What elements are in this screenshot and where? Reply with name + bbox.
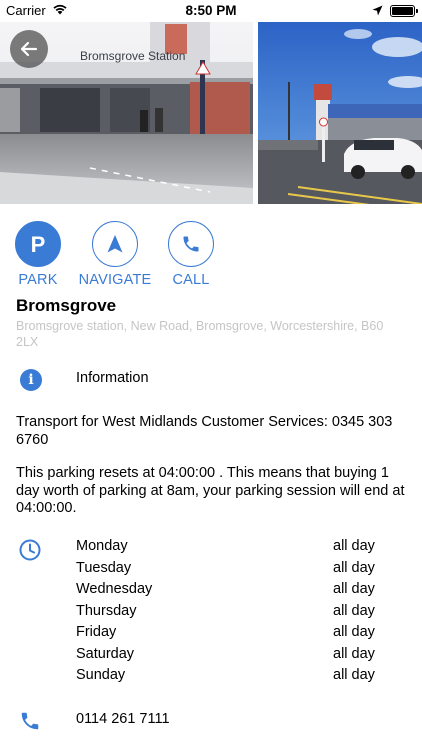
navigate-button[interactable]: NAVIGATE bbox=[74, 221, 156, 288]
location-title: Bromsgrove bbox=[16, 296, 117, 315]
station-sign-text: Bromsgrove Station bbox=[80, 49, 185, 63]
phone-row[interactable]: 0114 261 7111 bbox=[0, 708, 422, 734]
hours-day: Monday bbox=[76, 538, 128, 554]
location-address: Bromsgrove station, New Road, Bromsgrove… bbox=[16, 319, 384, 349]
svg-text:P: P bbox=[31, 232, 46, 256]
hours-day: Saturday bbox=[76, 645, 135, 662]
contact-text: Transport for West Midlands Customer Ser… bbox=[16, 414, 393, 448]
hours-day: Wednesday bbox=[76, 581, 153, 597]
reset-text: This parking resets at 04:00:00 . This m… bbox=[16, 465, 405, 516]
hours-value: all day bbox=[333, 559, 375, 576]
status-time: 8:50 PM bbox=[185, 3, 237, 18]
status-bar: Carrier 8:50 PM bbox=[0, 0, 422, 22]
photo-gallery[interactable]: Bromsgrove Station bbox=[0, 22, 422, 204]
hours-value: all day bbox=[333, 667, 375, 683]
call-button[interactable]: CALL bbox=[151, 221, 231, 288]
hours-row: Friday all day bbox=[0, 624, 422, 645]
phone-icon bbox=[19, 710, 41, 737]
information-label: Information bbox=[76, 370, 149, 386]
location-arrow-icon bbox=[372, 4, 383, 19]
information-row: i Information bbox=[0, 366, 422, 396]
hours-row: Wednesday all day bbox=[0, 581, 422, 602]
back-button[interactable] bbox=[10, 30, 48, 68]
info-icon: i bbox=[20, 369, 42, 391]
phone-icon[interactable] bbox=[168, 221, 214, 267]
parking-icon[interactable]: P bbox=[15, 221, 61, 267]
navigate-arrow-icon[interactable] bbox=[92, 221, 138, 267]
hours-day: Thursday bbox=[76, 602, 137, 619]
hours-row: Sunday all day bbox=[0, 667, 422, 688]
action-bar: P PARK NAVIGATE CALL bbox=[0, 221, 422, 291]
back-arrow-icon bbox=[20, 41, 38, 57]
call-label[interactable]: CALL bbox=[151, 272, 231, 288]
hours-day: Friday bbox=[76, 624, 117, 640]
park-label[interactable]: PARK bbox=[0, 272, 78, 288]
park-button[interactable]: P PARK bbox=[0, 221, 78, 288]
hours-day: Tuesday bbox=[76, 559, 132, 576]
car-park-photo[interactable] bbox=[258, 22, 422, 204]
hours-value: all day bbox=[333, 538, 375, 554]
hours-value: all day bbox=[333, 624, 375, 640]
hours-value: all day bbox=[333, 581, 375, 597]
hours-row: Tuesday all day bbox=[0, 560, 422, 581]
hours-day: Sunday bbox=[76, 667, 126, 683]
navigate-label[interactable]: NAVIGATE bbox=[74, 272, 156, 288]
hours-value: all day bbox=[333, 645, 375, 662]
hours-row: Monday all day bbox=[0, 538, 422, 559]
hours-row: Thursday all day bbox=[0, 603, 422, 624]
hours-value: all day bbox=[333, 602, 375, 619]
phone-number[interactable]: 0114 261 7111 bbox=[76, 711, 170, 727]
hours-row: Saturday all day bbox=[0, 646, 422, 667]
battery-icon bbox=[390, 5, 418, 17]
